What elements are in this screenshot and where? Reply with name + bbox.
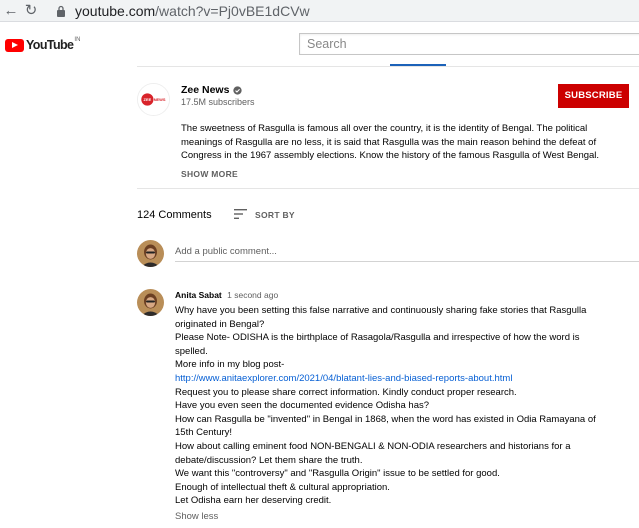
channel-name[interactable]: Zee News (181, 84, 229, 96)
comment-blog-link[interactable]: http://www.anitaexplorer.com/2021/04/bla… (175, 372, 565, 386)
youtube-play-icon (5, 38, 24, 52)
video-description: The sweetness of Rasgulla is famous all … (181, 123, 600, 161)
comment-line: Why have you been setting this false nar… (175, 305, 587, 316)
comment-line: How can Rasgulla be "invented" in Bengal… (175, 413, 596, 425)
comment-author[interactable]: Anita Sabat (175, 290, 222, 300)
comment-line: 15th Century! (175, 427, 233, 439)
channel-name-row: Zee News (181, 84, 243, 96)
subscribe-button[interactable]: SUBSCRIBE (558, 84, 629, 108)
youtube-logo[interactable]: YouTube IN (5, 37, 81, 52)
comment-line: How about calling eminent food NON-BENGA… (175, 440, 571, 452)
subscriber-count: 17.5M subscribers (181, 97, 255, 107)
divider (137, 66, 639, 67)
search-input[interactable] (300, 34, 639, 54)
channel-avatar[interactable]: ZEE NEWS (137, 83, 170, 116)
comment-line: Request you to please share correct info… (175, 386, 517, 398)
show-more-button[interactable]: SHOW MORE (181, 169, 238, 179)
zee-news-logo-icon: ZEE NEWS (138, 84, 169, 115)
comment-line: originated in Bengal? (175, 318, 265, 330)
comment-line: Please Note- ODISHA is the birthplace of… (175, 332, 580, 344)
sort-icon[interactable] (234, 209, 247, 219)
lock-icon (57, 5, 65, 17)
svg-text:ZEE: ZEE (144, 97, 152, 102)
verified-check-icon (233, 85, 243, 95)
comment-line: debate/discussion? Let them share the tr… (175, 454, 363, 466)
back-arrow-icon[interactable]: ← (2, 2, 20, 20)
youtube-logo-text: YouTube (26, 38, 74, 52)
comments-count: 124 Comments (137, 209, 212, 221)
url-path: /watch?v=Pj0vBE1dCVw (155, 3, 310, 19)
youtube-header: YouTube IN (0, 22, 639, 66)
comment-line: Let Odisha earn her deserving credit. (175, 495, 332, 507)
browser-address-bar: ← ↻ youtube.com/watch?v=Pj0vBE1dCVw (0, 0, 639, 22)
comment-line: We want this "controversy" and "Rasgulla… (175, 468, 500, 480)
show-less-button[interactable]: Show less (175, 511, 218, 522)
comment-author-avatar[interactable] (137, 289, 164, 316)
search-box (299, 33, 639, 55)
comment-line: More info in my blog post- (175, 359, 285, 371)
comment-timestamp[interactable]: 1 second ago (227, 290, 278, 300)
url-field[interactable]: youtube.com/watch?v=Pj0vBE1dCVw (48, 1, 639, 21)
reload-icon[interactable]: ↻ (22, 2, 40, 20)
user-avatar (137, 240, 164, 267)
url-text: youtube.com/watch?v=Pj0vBE1dCVw (75, 3, 310, 19)
youtube-logo-country: IN (74, 37, 81, 43)
comment-line: Enough of intellectual theft & cultural … (175, 481, 390, 493)
comment-header: Anita Sabat 1 second ago (175, 290, 278, 300)
svg-text:NEWS: NEWS (154, 97, 166, 102)
url-host: youtube.com (75, 3, 156, 19)
add-comment-input[interactable] (175, 240, 639, 262)
divider (137, 188, 639, 189)
comment-avatar-image (137, 289, 164, 316)
comment-text: Why have you been setting this false nar… (175, 304, 596, 508)
sort-by-button[interactable]: SORT BY (255, 210, 295, 220)
comment-line: Have you even seen the documented eviden… (175, 400, 430, 412)
comment-line: spelled. (175, 345, 208, 357)
user-avatar-image (137, 240, 164, 267)
